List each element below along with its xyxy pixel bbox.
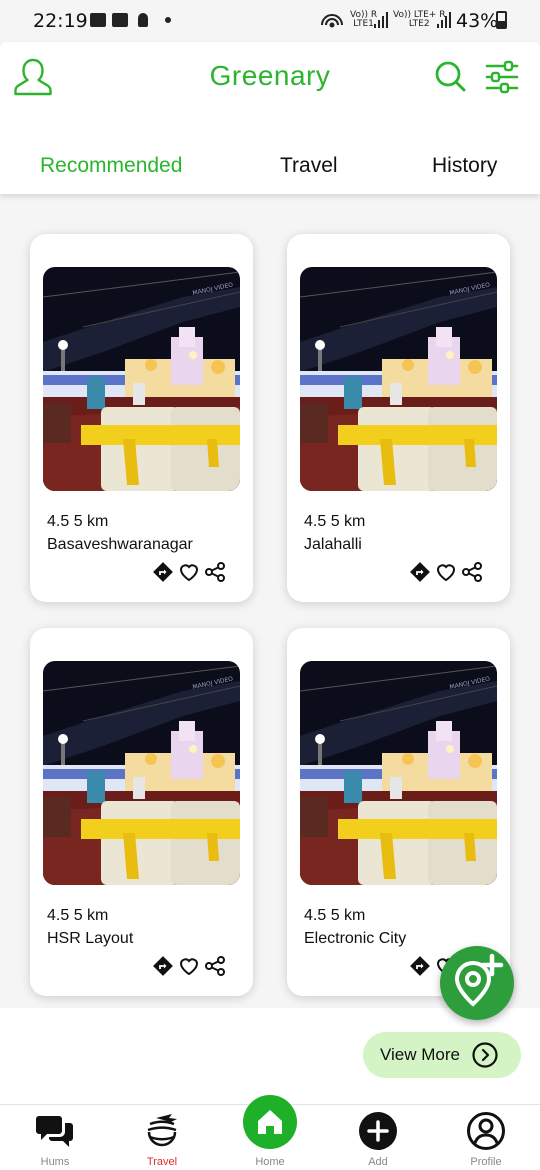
sim1-signal-icon bbox=[374, 12, 388, 28]
directions-icon[interactable] bbox=[409, 561, 431, 583]
nav-home[interactable]: Home bbox=[230, 1095, 310, 1170]
nav-add-label: Add bbox=[368, 1156, 388, 1168]
directions-icon[interactable] bbox=[409, 955, 431, 977]
nav-hums-label: Hums bbox=[40, 1156, 70, 1168]
filter-settings-icon[interactable] bbox=[485, 60, 519, 94]
place-name: Jalahalli bbox=[304, 536, 362, 553]
nav-travel[interactable]: Travel bbox=[122, 1105, 202, 1170]
gallery-notification-icon bbox=[90, 13, 106, 27]
directions-icon[interactable] bbox=[152, 955, 174, 977]
place-photo: MANOJ VIDEO bbox=[43, 661, 240, 885]
add-location-button[interactable] bbox=[440, 946, 514, 1020]
card-actions bbox=[152, 561, 226, 583]
globe-plane-icon bbox=[147, 1114, 177, 1147]
share-icon[interactable] bbox=[204, 955, 226, 977]
app-header: Greenary Recommended Travel History bbox=[0, 42, 540, 194]
place-distance: 4.5 5 km bbox=[304, 513, 366, 530]
add-location-icon bbox=[454, 953, 504, 1007]
heart-icon[interactable] bbox=[178, 561, 200, 583]
add-circle-icon bbox=[359, 1112, 397, 1150]
heart-icon[interactable] bbox=[178, 955, 200, 977]
lock-notification-icon bbox=[138, 13, 148, 27]
chevron-right-circle-icon bbox=[472, 1042, 498, 1068]
nav-hums[interactable]: Hums bbox=[15, 1105, 95, 1170]
place-name: Basaveshwaranagar bbox=[47, 536, 193, 553]
view-more-label: View More bbox=[380, 1045, 460, 1064]
more-notifications-icon bbox=[165, 17, 171, 23]
card-actions bbox=[409, 561, 483, 583]
place-name: HSR Layout bbox=[47, 930, 134, 947]
nav-travel-label: Travel bbox=[146, 1156, 178, 1168]
tab-travel[interactable]: Travel bbox=[280, 154, 338, 178]
chat-bubbles-icon bbox=[36, 1116, 73, 1147]
view-more-button[interactable]: View More bbox=[363, 1032, 521, 1078]
place-distance: 4.5 5 km bbox=[47, 907, 109, 924]
tab-bar: Recommended Travel History bbox=[0, 154, 540, 184]
place-card[interactable]: MANOJ VIDEO 4.5 5 km Basaveshwaranagar bbox=[30, 234, 253, 602]
directions-icon[interactable] bbox=[152, 561, 174, 583]
home-button-circle bbox=[243, 1095, 297, 1149]
search-icon[interactable] bbox=[434, 60, 466, 92]
heart-icon[interactable] bbox=[435, 561, 457, 583]
card-actions bbox=[152, 955, 226, 977]
sim2-signal-icon bbox=[437, 12, 451, 28]
place-card[interactable]: MANOJ VIDEO 4.5 5 km HSR Layout bbox=[30, 628, 253, 996]
place-card[interactable]: MANOJ VIDEO 4.5 5 km Electronic City bbox=[287, 628, 510, 996]
place-photo: MANOJ VIDEO bbox=[300, 661, 497, 885]
home-icon bbox=[258, 1110, 282, 1134]
place-name: Electronic City bbox=[304, 930, 407, 947]
status-time: 22:19 bbox=[33, 10, 88, 32]
bottom-navigation: Hums Travel Home Add Profile bbox=[0, 1095, 540, 1170]
hotspot-icon bbox=[321, 14, 343, 28]
battery-percent: 43% bbox=[456, 10, 499, 32]
share-icon[interactable] bbox=[461, 561, 483, 583]
place-distance: 4.5 5 km bbox=[47, 513, 109, 530]
nav-profile-label: Profile bbox=[470, 1156, 502, 1168]
place-photo: MANOJ VIDEO bbox=[43, 267, 240, 491]
app-notification-icon bbox=[112, 13, 128, 27]
nav-home-label: Home bbox=[255, 1156, 285, 1168]
nav-profile[interactable]: Profile bbox=[446, 1105, 526, 1170]
status-bar: 22:19 Vo)) R LTE1 Vo)) LTE+ R LTE2 43% bbox=[0, 0, 540, 42]
place-photo: MANOJ VIDEO bbox=[300, 267, 497, 491]
place-distance: 4.5 5 km bbox=[304, 907, 366, 924]
place-card[interactable]: MANOJ VIDEO 4.5 5 km Jalahalli bbox=[287, 234, 510, 602]
tab-history[interactable]: History bbox=[432, 154, 497, 178]
nav-add[interactable]: Add bbox=[338, 1105, 418, 1170]
battery-icon bbox=[496, 11, 507, 29]
share-icon[interactable] bbox=[204, 561, 226, 583]
tab-recommended[interactable]: Recommended bbox=[40, 154, 182, 178]
user-circle-icon bbox=[467, 1112, 505, 1150]
